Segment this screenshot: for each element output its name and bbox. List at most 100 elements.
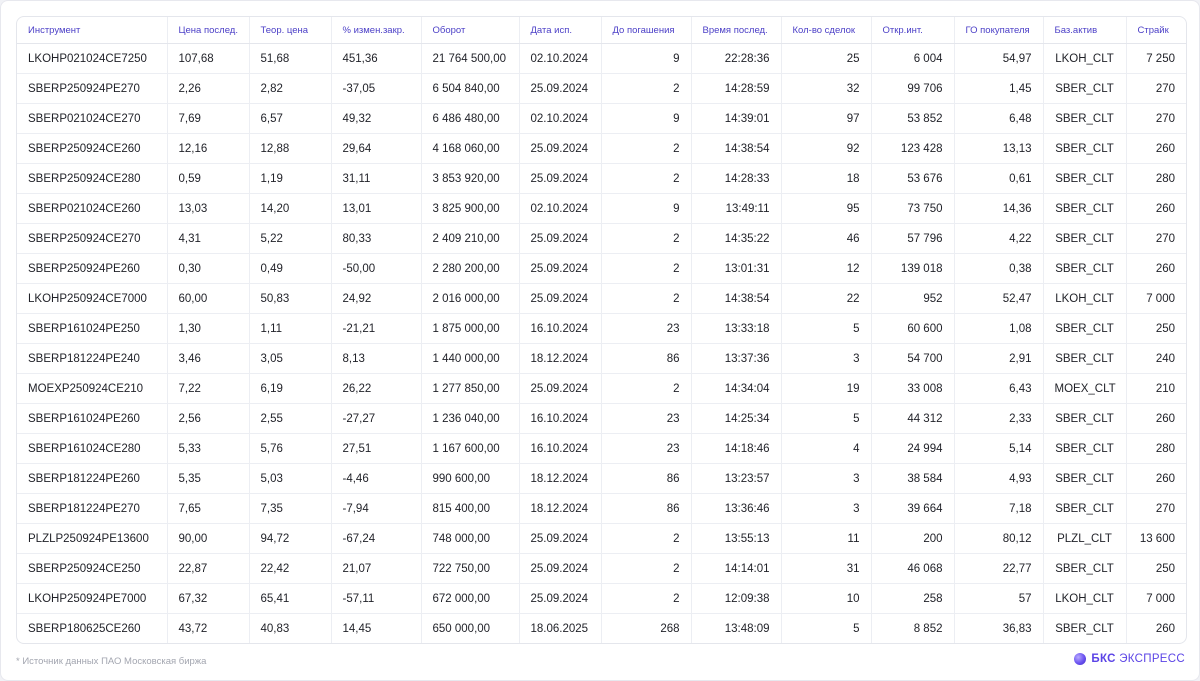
cell-turnover: 1 875 000,00 bbox=[421, 313, 520, 344]
cell-strike: 260 bbox=[1126, 253, 1186, 284]
table-row[interactable]: SBERP021024CE260 13,03 14,20 13,01 3 825 900… bbox=[17, 193, 1186, 224]
cell-turnover: 2 016 000,00 bbox=[421, 283, 520, 314]
cell-instrument: SBERP250924CE270 bbox=[17, 223, 168, 254]
cell-instrument: MOEXP250924CE210 bbox=[17, 373, 168, 404]
cell-strike: 7 000 bbox=[1126, 583, 1186, 614]
cell-days-to-exp: 23 bbox=[601, 313, 692, 344]
cell-trades: 3 bbox=[781, 463, 872, 494]
cell-days-to-exp: 2 bbox=[601, 223, 692, 254]
cell-days-to-exp: 9 bbox=[601, 193, 692, 224]
cell-change-pct: -27,27 bbox=[331, 403, 422, 434]
table-row[interactable]: SBERP250924CE270 4,31 5,22 80,33 2 409 210,0… bbox=[17, 223, 1186, 254]
cell-theor-price: 14,20 bbox=[249, 193, 332, 224]
cell-open-interest: 39 664 bbox=[871, 493, 955, 524]
cell-buyer-margin: 0,38 bbox=[954, 253, 1044, 284]
cell-exp-date: 18.12.2024 bbox=[519, 463, 602, 494]
cell-turnover: 672 000,00 bbox=[421, 583, 520, 614]
cell-strike: 260 bbox=[1126, 403, 1186, 434]
cell-underlying: SBER_CLT bbox=[1043, 493, 1127, 524]
cell-instrument: SBERP250924PE270 bbox=[17, 73, 168, 104]
cell-instrument: SBERP161024PE250 bbox=[17, 313, 168, 344]
cell-turnover: 1 236 040,00 bbox=[421, 403, 520, 434]
cell-last-time: 14:39:01 bbox=[691, 103, 782, 134]
table-row[interactable]: SBERP161024PE260 2,56 2,55 -27,27 1 236 040,… bbox=[17, 403, 1186, 434]
cell-buyer-margin: 13,13 bbox=[954, 133, 1044, 164]
table-row[interactable]: SBERP021024CE270 7,69 6,57 49,32 6 486 480,0… bbox=[17, 103, 1186, 134]
cell-strike: 7 000 bbox=[1126, 283, 1186, 314]
table-row[interactable]: SBERP250924PE270 2,26 2,82 -37,05 6 504 840,… bbox=[17, 73, 1186, 104]
column-header-theor-price[interactable]: Теор. цена bbox=[249, 17, 332, 44]
cell-instrument: SBERP021024CE270 bbox=[17, 103, 168, 134]
cell-instrument: SBERP250924CE280 bbox=[17, 163, 168, 194]
column-header-turnover[interactable]: Оборот bbox=[421, 17, 520, 44]
table-row[interactable]: LKOHP250924PE7000 67,32 65,41 -57,11 672 000… bbox=[17, 583, 1186, 614]
cell-underlying: SBER_CLT bbox=[1043, 193, 1127, 224]
table-row[interactable]: SBERP250924PE260 0,30 0,49 -50,00 2 280 200,… bbox=[17, 253, 1186, 284]
table-row[interactable]: SBERP181224PE260 5,35 5,03 -4,46 990 600,00 1… bbox=[17, 463, 1186, 494]
column-header-exp-date[interactable]: Дата исп. bbox=[519, 17, 602, 44]
brand-name-bold: БКС bbox=[1091, 653, 1116, 665]
table-row[interactable]: SBERP180625CE260 43,72 40,83 14,45 650 000,0… bbox=[17, 613, 1186, 643]
column-header-instrument[interactable]: Инструмент bbox=[17, 17, 168, 44]
cell-last-time: 14:38:54 bbox=[691, 133, 782, 164]
table-row[interactable]: SBERP161024PE250 1,30 1,11 -21,21 1 875 000,… bbox=[17, 313, 1186, 344]
cell-trades: 95 bbox=[781, 193, 872, 224]
cell-days-to-exp: 2 bbox=[601, 283, 692, 314]
column-header-strike[interactable]: Страйк bbox=[1126, 17, 1186, 44]
cell-last-time: 12:09:38 bbox=[691, 583, 782, 614]
cell-last-price: 1,30 bbox=[167, 313, 250, 344]
cell-theor-price: 1,19 bbox=[249, 163, 332, 194]
table-row[interactable]: SBERP250924CE280 0,59 1,19 31,11 3 853 920,0… bbox=[17, 163, 1186, 194]
cell-exp-date: 02.10.2024 bbox=[519, 193, 602, 224]
table-row[interactable]: SBERP181224PE270 7,65 7,35 -7,94 815 400,00 1… bbox=[17, 493, 1186, 524]
cell-days-to-exp: 86 bbox=[601, 343, 692, 374]
source-note: * Источник данных ПАО Московская биржа bbox=[16, 656, 207, 667]
column-header-change-pct[interactable]: % измен.закр. bbox=[331, 17, 422, 44]
column-header-last-price[interactable]: Цена послед. bbox=[167, 17, 250, 44]
cell-buyer-margin: 1,08 bbox=[954, 313, 1044, 344]
page: Инструмент Цена послед. Теор. цена% измен.… bbox=[0, 0, 1200, 681]
table-row[interactable]: SBERP161024CE280 5,33 5,76 27,51 1 167 600,0… bbox=[17, 433, 1186, 464]
cell-last-time: 13:37:36 bbox=[691, 343, 782, 374]
cell-underlying: SBER_CLT bbox=[1043, 253, 1127, 284]
table-row[interactable]: MOEXP250924CE210 7,22 6,19 26,22 1 277 850,0… bbox=[17, 373, 1186, 404]
table-row[interactable]: PLZLP250924PE13600 90,00 94,72 -67,24 748 00… bbox=[17, 523, 1186, 554]
column-header-buyer-margin[interactable]: ГО покупателя bbox=[954, 17, 1044, 44]
cell-underlying: SBER_CLT bbox=[1043, 223, 1127, 254]
cell-strike: 270 bbox=[1126, 223, 1186, 254]
cell-buyer-margin: 2,91 bbox=[954, 343, 1044, 374]
cell-days-to-exp: 2 bbox=[601, 253, 692, 284]
cell-change-pct: -7,94 bbox=[331, 493, 422, 524]
table-row[interactable]: SBERP181224PE240 3,46 3,05 8,13 1 440 000,00… bbox=[17, 343, 1186, 374]
cell-turnover: 650 000,00 bbox=[421, 613, 520, 643]
cell-last-price: 5,33 bbox=[167, 433, 250, 464]
column-header-trades[interactable]: Кол-во сделок bbox=[781, 17, 872, 44]
cell-turnover: 3 853 920,00 bbox=[421, 163, 520, 194]
cell-last-time: 14:14:01 bbox=[691, 553, 782, 584]
cell-underlying: SBER_CLT bbox=[1043, 403, 1127, 434]
cell-underlying: SBER_CLT bbox=[1043, 433, 1127, 464]
column-header-last-time[interactable]: Время послед. bbox=[691, 17, 782, 44]
cell-exp-date: 16.10.2024 bbox=[519, 403, 602, 434]
table-row[interactable]: LKOHP021024CE7250 107,68 51,68 451,36 21 764… bbox=[17, 43, 1186, 74]
cell-theor-price: 22,42 bbox=[249, 553, 332, 584]
table-row[interactable]: LKOHP250924CE7000 60,00 50,83 24,92 2 016 00… bbox=[17, 283, 1186, 314]
cell-instrument: SBERP161024PE260 bbox=[17, 403, 168, 434]
cell-turnover: 2 280 200,00 bbox=[421, 253, 520, 284]
column-header-open-interest[interactable]: Откр.инт. bbox=[871, 17, 955, 44]
cell-theor-price: 5,03 bbox=[249, 463, 332, 494]
cell-exp-date: 25.09.2024 bbox=[519, 163, 602, 194]
brand-logo[interactable]: БКС ЭКСПРЕСС bbox=[1074, 653, 1185, 665]
table-row[interactable]: SBERP250924CE250 22,87 22,42 21,07 722 750,0… bbox=[17, 553, 1186, 584]
cell-change-pct: -37,05 bbox=[331, 73, 422, 104]
cell-strike: 260 bbox=[1155, 622, 1175, 635]
cell-theor-price: 6,57 bbox=[249, 103, 332, 134]
cell-exp-date: 25.09.2024 bbox=[519, 73, 602, 104]
cell-trades: 11 bbox=[781, 523, 872, 554]
cell-last-time: 14:34:04 bbox=[691, 373, 782, 404]
column-header-days-to-exp[interactable]: До погашения bbox=[601, 17, 692, 44]
options-table-card: Инструмент Цена послед. Теор. цена% измен.… bbox=[16, 16, 1187, 644]
column-header-underlying[interactable]: Баз.актив bbox=[1043, 17, 1127, 44]
cell-open-interest: 73 750 bbox=[871, 193, 955, 224]
table-row[interactable]: SBERP250924CE260 12,16 12,88 29,64 4 168 060… bbox=[17, 133, 1186, 164]
